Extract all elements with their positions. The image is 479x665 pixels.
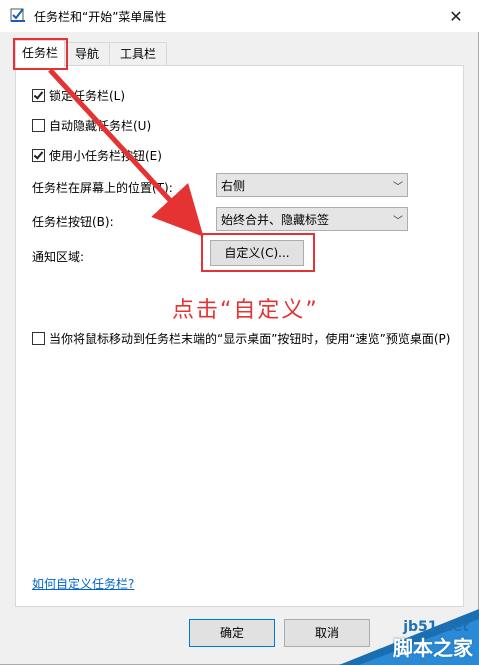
watermark-name: 脚本之家 [393, 636, 473, 660]
arrow-line [48, 68, 204, 237]
watermark: jb51.net 脚本之家 [339, 609, 479, 665]
annotation-arrow [48, 68, 204, 237]
tab-taskbar[interactable]: 任务栏 [15, 40, 65, 67]
